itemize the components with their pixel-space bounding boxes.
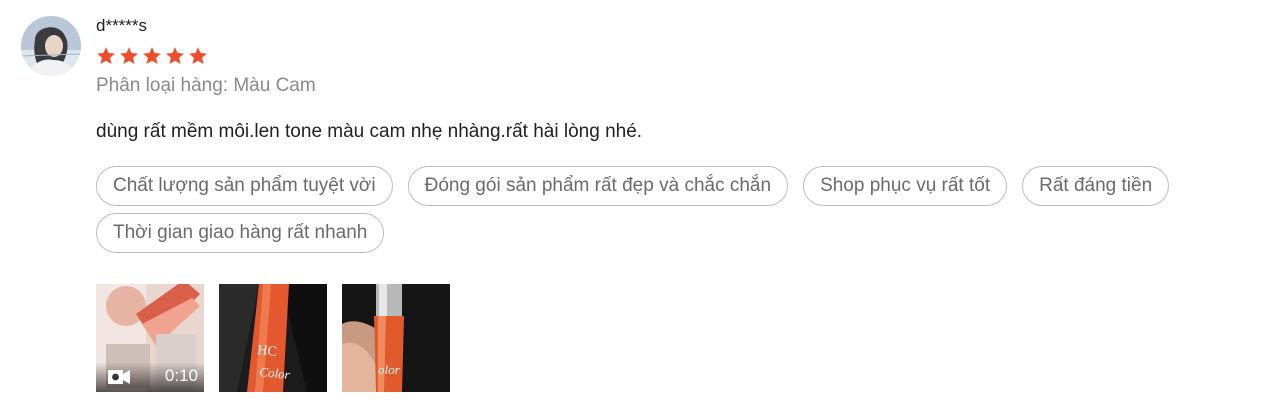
photo-thumbnail[interactable]: HC Color bbox=[219, 284, 327, 392]
reviewer-name: d*****s bbox=[96, 16, 148, 35]
svg-text:HC: HC bbox=[257, 343, 278, 360]
product-review: d*****s Phân loại hàng: Màu Cam dùng rất… bbox=[0, 0, 1284, 406]
review-comment: dùng rất mềm môi.len tone màu cam nhẹ nh… bbox=[96, 121, 643, 142]
review-tag: Thời gian giao hàng rất nhanh bbox=[96, 213, 385, 253]
video-thumbnail[interactable]: 0:10 bbox=[96, 284, 204, 392]
review-media: 0:10 HC Color olor bbox=[96, 284, 450, 392]
star-icon bbox=[166, 47, 184, 64]
star-icon bbox=[189, 47, 207, 64]
product-variation: Phân loại hàng: Màu Cam bbox=[96, 75, 316, 96]
photo-thumbnail[interactable]: olor bbox=[342, 284, 450, 392]
review-tag: Đóng gói sản phẩm rất đẹp và chắc chắn bbox=[407, 166, 789, 206]
star-icon bbox=[143, 47, 161, 64]
star-icon bbox=[120, 47, 138, 64]
svg-text:olor: olor bbox=[378, 362, 401, 377]
video-duration: 0:10 bbox=[164, 366, 198, 385]
avatar[interactable] bbox=[21, 16, 81, 76]
review-tag: Chất lượng sản phẩm tuyệt vời bbox=[96, 166, 393, 206]
review-tags: Chất lượng sản phẩm tuyệt vời Đóng gói s… bbox=[96, 166, 1266, 253]
video-camera-icon bbox=[108, 370, 130, 384]
review-tag: Shop phục vụ rất tốt bbox=[803, 166, 1008, 206]
review-tag: Rất đáng tiền bbox=[1022, 166, 1170, 206]
star-rating bbox=[96, 46, 208, 66]
star-icon bbox=[97, 47, 115, 64]
